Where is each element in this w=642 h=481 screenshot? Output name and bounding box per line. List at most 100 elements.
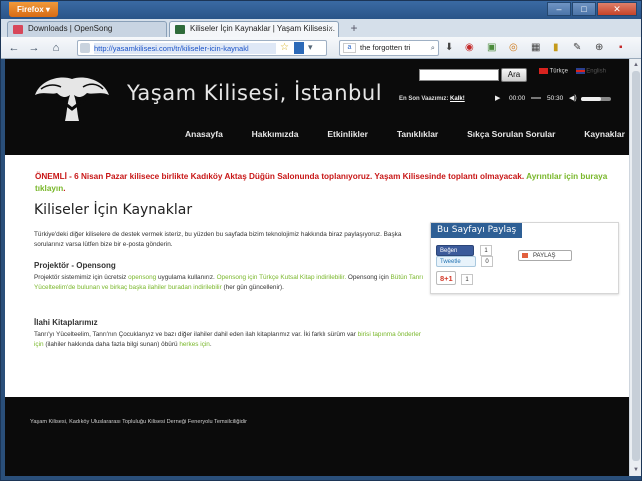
tab-title: Kiliseler İçin Kaynaklar | Yaşam Kilises… [190,24,335,33]
projector-paragraph: Projektör sistemimiz için ücretsiz opens… [34,273,424,293]
duration: 50:30 [547,95,564,102]
tab-kiliseler[interactable]: Kiliseler İçin Kaynaklar | Yaşam Kilises… [169,21,339,37]
everyone-version-link[interactable]: herkes için [179,341,210,348]
last-sermon: En Son Vaazımız: Kalk! [399,96,465,102]
back-icon[interactable]: ← [7,41,21,55]
notice-text: ÖNEMLİ - 6 Nisan Pazar kilisece birlikte… [35,172,525,181]
tab-close-icon[interactable]: × [328,22,333,36]
opensong-link[interactable]: opensong [128,274,156,281]
url-bar[interactable]: http://yasamkilisesi.com/tr/kiliseler-ic… [77,40,327,56]
hymnbooks-heading: İlahi Kitaplarımız [34,318,98,327]
bookmark-star-icon[interactable]: ☆ [280,42,289,53]
tab-strip: Downloads | OpenSong Kiliseler İçin Kayn… [1,19,641,37]
hymns-text-1: Tanrı'yı Yücelteelim, Tanrı'nın Çocuklar… [34,331,358,338]
home-icon[interactable]: ⌂ [49,41,63,55]
site-search-button[interactable]: Ara [501,68,527,82]
nav-hakkimizda[interactable]: Hakkımızda [252,129,299,143]
search-bar[interactable]: a the forgotten tri ⌕ [339,40,439,56]
nav-sss[interactable]: Sıkça Sorulan Sorular [467,129,555,143]
forward-icon[interactable]: → [27,41,41,55]
sidebar-icon[interactable]: ▦ [531,41,540,55]
site-header: Yaşam Kilisesi, İstanbul Ara Türkçe Engl… [5,59,629,155]
nav-taniklikler[interactable]: Tanıklıklar [397,129,438,143]
browser-window: Firefox ▾ – □ ✕ Downloads | OpenSong Kil… [0,0,642,481]
hymns-text-3: . [209,341,212,348]
pencil-icon[interactable]: ✎ [573,41,581,55]
projector-text-1: Projektör sistemimiz için ücretsiz [34,274,129,281]
scroll-down-icon[interactable]: ▼ [632,466,640,474]
projector-text-3: Opensong için [346,274,391,281]
nav-kaynaklar[interactable]: Kaynaklar [584,129,625,143]
download-icon[interactable]: ⬇ [445,41,453,55]
addon-icon[interactable] [294,42,304,54]
maximize-button[interactable]: □ [572,2,596,16]
site-search-input[interactable] [419,69,499,81]
audio-player: ▶ 00:00 50:30 ◀) [495,93,611,105]
yasam-favicon-icon [175,25,185,34]
volume-icon[interactable]: ◀) [569,94,577,102]
navigation-toolbar: ← → ⌂ http://yasamkilisesi.com/tr/kilise… [1,37,641,59]
lang-turkish[interactable]: Türkçe [550,69,568,75]
current-time: 00:00 [509,95,526,102]
scrollbar-thumb[interactable] [632,71,640,461]
important-notice: ÖNEMLİ - 6 Nisan Pazar kilisece birlikte… [35,171,615,195]
last-sermon-label: En Son Vaazımız: [399,96,449,102]
bookmarks-icon[interactable]: ▮ [553,41,559,55]
tab-title: Downloads | OpenSong [28,24,113,33]
google-plus-count: 1 [461,274,473,285]
turkish-flag-icon[interactable] [539,68,548,74]
close-window-button[interactable]: ✕ [597,2,637,16]
turkish-bible-link[interactable]: Opensong için Türkçe Kutsal Kitap indiri… [217,274,347,281]
share-box-title: Bu Sayfayı Paylaş [431,223,523,238]
opensong-favicon-icon [13,25,23,34]
facebook-count: 1 [480,245,492,256]
progress-bar[interactable] [531,97,541,99]
projector-text-2: uygulama kullanırız. [156,274,217,281]
share-button[interactable]: PAYLAŞ [518,250,572,261]
search-icon[interactable]: ⌕ [431,41,435,55]
play-icon[interactable]: ▶ [495,94,500,102]
tweet-button[interactable]: Tweetle [436,256,476,267]
tree-logo-icon[interactable] [31,73,113,123]
nav-etkinlikler[interactable]: Etkinlikler [327,129,368,143]
last-sermon-link[interactable]: Kalk! [450,96,465,102]
search-input[interactable]: the forgotten tri [360,43,410,52]
nav-anasayfa[interactable]: Anasayfa [185,129,223,143]
page-viewport: Yaşam Kilisesi, İstanbul Ara Türkçe Engl… [5,59,629,476]
projector-text-4: (her gün güncellenir). [221,284,284,291]
tab-downloads[interactable]: Downloads | OpenSong [7,21,167,37]
site-title[interactable]: Yaşam Kilisesi, İstanbul [127,81,382,105]
google-plus-button[interactable]: 8+1 [436,271,456,285]
hymnbooks-paragraph: Tanrı'yı Yücelteelim, Tanrı'nın Çocuklar… [34,330,424,350]
hymns-text-2: (ilahiler hakkında daha fazla bilgi suna… [43,341,180,348]
page-scrollbar[interactable]: ▲ ▼ [629,59,641,476]
page-title: Kiliseler İçin Kaynaklar [34,202,193,218]
volume-level [581,97,602,101]
lang-english[interactable]: English [586,69,606,75]
main-nav: Anasayfa Hakkımızda Etkinlikler Tanıklık… [185,129,625,143]
url-text[interactable]: http://yasamkilisesi.com/tr/kiliseler-ic… [94,43,276,54]
intro-paragraph: Türkiye'deki diğer kiliselere de destek … [34,231,402,248]
facebook-like-button[interactable]: Beğen [436,245,474,256]
footer-text: Yaşam Kilisesi, Kadıköy Uluslararası Top… [30,419,248,425]
site-identity-icon[interactable] [80,43,90,53]
notice-end: . [63,184,66,193]
addon-red-icon[interactable]: ▪ [619,41,623,55]
firefox-menu-button[interactable]: Firefox ▾ [9,2,58,17]
sync-icon[interactable]: ⊕ [595,41,603,55]
url-dropdown-icon[interactable]: ▾ [308,42,313,53]
search-engine-icon[interactable]: a [343,43,356,53]
screenshot-icon[interactable]: ▣ [487,41,496,55]
window-controls: – □ ✕ [546,2,637,16]
minimize-button[interactable]: – [547,2,571,16]
site-footer: Yaşam Kilisesi, Kadıköy Uluslararası Top… [5,397,629,476]
volume-slider[interactable] [581,97,611,101]
projector-heading: Projektör - Opensong [34,261,116,270]
tweet-count: 0 [481,256,493,267]
scroll-up-icon[interactable]: ▲ [632,61,640,69]
language-switcher: Türkçe English [539,68,606,75]
addon-orange-icon[interactable]: ◎ [509,41,518,55]
new-tab-button[interactable]: + [345,21,363,36]
english-flag-icon[interactable] [575,68,585,74]
lastpass-icon[interactable]: ◉ [465,41,474,55]
